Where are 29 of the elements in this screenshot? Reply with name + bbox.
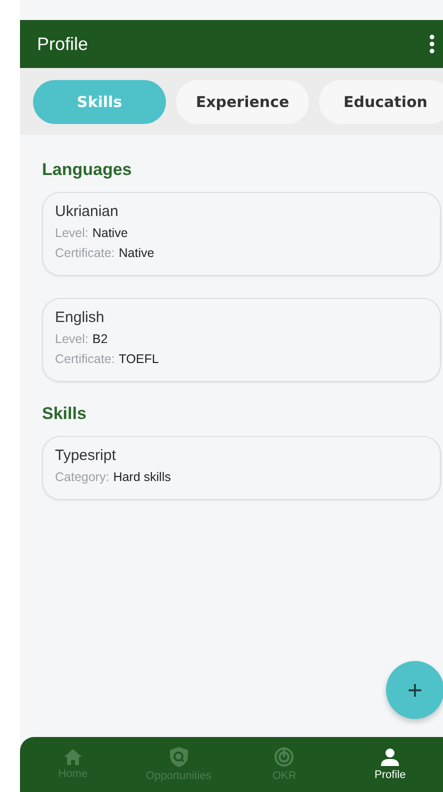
item-name: Typesript — [55, 447, 117, 464]
field-value: Native — [118, 246, 154, 260]
screen-title: Profile — [37, 34, 88, 54]
nav-label: Profile — [374, 769, 406, 781]
person-icon — [381, 748, 400, 766]
item-card[interactable]: English Level: B2 Certificate: TOEFL — [42, 298, 441, 382]
section-heading: Languages — [42, 160, 133, 180]
field-value: Hard skills — [113, 470, 171, 484]
tab[interactable]: Education — [319, 80, 443, 124]
shield-search-icon — [170, 747, 188, 767]
target-icon — [274, 747, 294, 767]
more-icon[interactable] — [429, 34, 435, 54]
field-label: Level: — [55, 226, 88, 240]
section-heading: Skills — [42, 404, 88, 424]
field-label: Category: — [55, 470, 110, 484]
item-card[interactable]: Ukrianian Level: Native Certificate: Native — [42, 192, 441, 276]
nav-item[interactable]: Profile — [337, 748, 443, 781]
field-label: Level: — [55, 332, 88, 346]
home-icon — [64, 749, 82, 765]
item-name: Ukrianian — [55, 203, 120, 220]
field-value: Native — [92, 226, 128, 240]
field-label: Certificate: — [55, 352, 115, 366]
field-value: B2 — [92, 332, 108, 346]
field-label: Certificate: — [55, 246, 115, 260]
add-button[interactable]: + — [386, 661, 443, 719]
tab[interactable]: Experience — [176, 80, 309, 124]
field-value: TOEFL — [118, 352, 159, 366]
item-name: English — [55, 309, 106, 326]
item-card[interactable]: Typesript Category: Hard skills — [42, 436, 441, 500]
